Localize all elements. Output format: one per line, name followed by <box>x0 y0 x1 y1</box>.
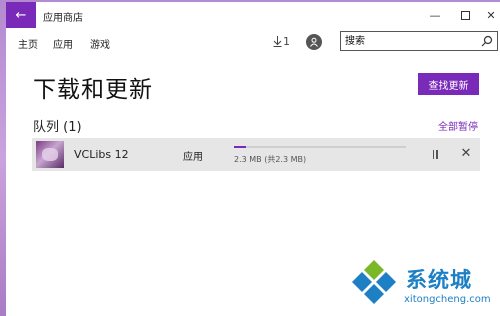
user-icon <box>310 37 318 47</box>
nav-home[interactable]: 主页 <box>18 36 38 51</box>
downloads-count: 1 <box>283 35 290 48</box>
progress-fill <box>234 146 247 148</box>
minimize-button[interactable]: — <box>426 6 444 24</box>
nav-apps[interactable]: 应用 <box>53 36 73 51</box>
search-box <box>340 31 498 51</box>
app-thumbnail <box>36 141 64 168</box>
back-button[interactable]: ← <box>6 2 36 28</box>
downloads-button[interactable]: 1 <box>273 35 290 48</box>
watermark: 系统城 xitongcheng.com <box>344 258 500 316</box>
watermark-brand: 系统城 <box>406 268 472 292</box>
page-title: 下载和更新 <box>33 77 153 103</box>
queue-heading: 队列 (1) <box>33 120 82 135</box>
pause-all-link[interactable]: 全部暂停 <box>438 118 478 133</box>
watermark-logo-icon <box>352 260 396 304</box>
progress-bar <box>234 146 406 148</box>
download-size: 2.3 MB (共2.3 MB) <box>234 155 307 164</box>
check-updates-button[interactable]: 查找更新 <box>418 73 479 95</box>
search-input[interactable] <box>345 34 475 48</box>
search-icon[interactable] <box>481 35 493 47</box>
app-type: 应用 <box>183 152 203 163</box>
download-icon <box>273 36 282 47</box>
close-icon: ✕ <box>486 8 496 22</box>
title-bar: ← 应用商店 — ✕ <box>6 2 500 28</box>
app-name: VCLibs 12 <box>74 148 129 161</box>
maximize-button[interactable] <box>456 6 474 24</box>
window-title: 应用商店 <box>43 13 83 24</box>
pause-icon-bar <box>432 149 434 159</box>
maximize-icon <box>460 10 470 20</box>
avatar[interactable] <box>306 34 322 50</box>
close-button[interactable]: ✕ <box>482 6 500 24</box>
download-row[interactable]: VCLibs 12 应用 2.3 MB (共2.3 MB) ✕ <box>32 138 480 171</box>
pause-icon-bar <box>436 149 438 159</box>
arrow-left-icon: ← <box>15 7 27 23</box>
minimize-icon: — <box>429 8 441 22</box>
cancel-download-button[interactable]: ✕ <box>459 145 473 161</box>
watermark-url: xitongcheng.com <box>404 294 491 305</box>
nav-games[interactable]: 游戏 <box>90 36 110 51</box>
close-icon: ✕ <box>460 145 472 161</box>
pause-button[interactable] <box>428 147 442 161</box>
